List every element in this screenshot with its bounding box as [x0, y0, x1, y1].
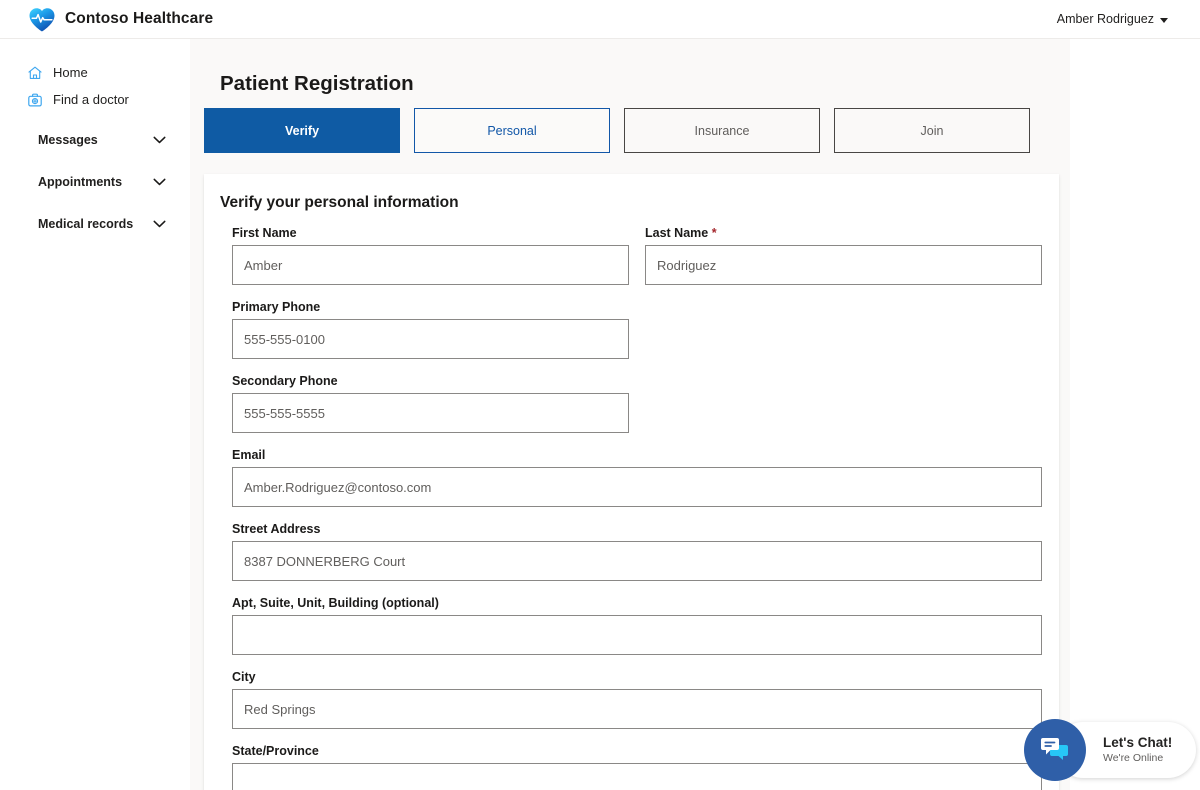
chevron-down-icon [153, 217, 166, 231]
home-icon [26, 64, 43, 81]
apt-suite-label: Apt, Suite, Unit, Building (optional) [232, 596, 439, 610]
street-address-label: Street Address [232, 522, 321, 536]
sidebar-item-find-a-doctor[interactable]: Find a doctor [0, 86, 190, 113]
secondary-phone-input[interactable] [232, 393, 629, 433]
last-name-input[interactable] [645, 245, 1042, 285]
sidebar-item-label: Find a doctor [53, 92, 129, 107]
card-heading: Verify your personal information [220, 194, 459, 211]
required-asterisk: * [711, 226, 717, 240]
name-row: First Name Last Name * [232, 226, 1042, 300]
main-right-filler [1070, 39, 1200, 790]
sidebar-group-appointments[interactable]: Appointments [0, 166, 190, 197]
primary-phone-label: Primary Phone [232, 300, 321, 314]
state-province-input[interactable] [232, 763, 1042, 790]
sidebar-item-label: Home [53, 65, 88, 80]
tab-insurance[interactable]: Insurance [624, 108, 820, 153]
sidebar: Home Find a doctor Messages Appointments… [0, 39, 190, 790]
field-primary-phone: Primary Phone [232, 300, 1031, 359]
chat-bubbles-icon[interactable] [1024, 719, 1086, 781]
email-label: Email [232, 448, 266, 462]
field-secondary-phone: Secondary Phone [232, 374, 1031, 433]
registration-card: Verify your personal information First N… [204, 174, 1059, 790]
field-last-name: Last Name * [645, 226, 1042, 285]
chevron-down-icon [153, 133, 166, 147]
tab-verify[interactable]: Verify [204, 108, 400, 153]
primary-phone-input[interactable] [232, 319, 629, 359]
last-name-label: Last Name * [645, 226, 1042, 240]
apt-suite-input[interactable] [232, 615, 1042, 655]
chevron-down-icon [153, 175, 166, 189]
state-province-label: State/Province [232, 744, 319, 758]
verify-form: First Name Last Name * Primary Phone Sec… [204, 212, 1059, 790]
street-address-input[interactable] [232, 541, 1042, 581]
chat-widget-subtitle: We're Online [1103, 752, 1164, 764]
email-input[interactable] [232, 467, 1042, 507]
wizard-tabs: Verify Personal Insurance Join [204, 108, 1030, 153]
sidebar-group-messages[interactable]: Messages [0, 124, 190, 155]
last-name-label-text: Last Name [645, 226, 709, 240]
top-header-bar: Contoso Healthcare Amber Rodriguez [0, 0, 1200, 39]
sidebar-item-home[interactable]: Home [0, 59, 190, 86]
tab-join[interactable]: Join [834, 108, 1030, 153]
field-first-name: First Name [232, 226, 629, 285]
brand-name: Contoso Healthcare [65, 10, 214, 27]
field-apt-suite: Apt, Suite, Unit, Building (optional) [232, 596, 1042, 655]
secondary-phone-label: Secondary Phone [232, 374, 338, 388]
chat-widget-title: Let's Chat! [1103, 735, 1173, 750]
user-menu-label: Amber Rodriguez [1056, 12, 1154, 26]
main-content: Patient Registration Verify Personal Ins… [190, 39, 1200, 790]
first-name-input[interactable] [232, 245, 629, 285]
city-label: City [232, 670, 256, 684]
city-input[interactable] [232, 689, 1042, 729]
field-city: City [232, 670, 1042, 729]
sidebar-group-label: Appointments [38, 174, 123, 189]
sidebar-group-medical-records[interactable]: Medical records [0, 208, 190, 239]
field-street-address: Street Address [232, 522, 1042, 581]
field-email: Email [232, 448, 1042, 507]
chat-widget[interactable]: Let's Chat! We're Online [1024, 719, 1196, 781]
sidebar-group-label: Medical records [38, 216, 134, 231]
page-title: Patient Registration [220, 71, 414, 95]
user-menu[interactable]: Amber Rodriguez [1057, 12, 1168, 26]
heart-pulse-icon [28, 6, 56, 33]
tab-personal[interactable]: Personal [414, 108, 610, 153]
field-state-province: State/Province [232, 744, 1042, 790]
medical-bag-icon [26, 91, 43, 108]
first-name-label: First Name [232, 226, 297, 240]
caret-down-icon [1160, 17, 1168, 23]
sidebar-group-label: Messages [38, 132, 98, 147]
brand[interactable]: Contoso Healthcare [28, 6, 213, 33]
